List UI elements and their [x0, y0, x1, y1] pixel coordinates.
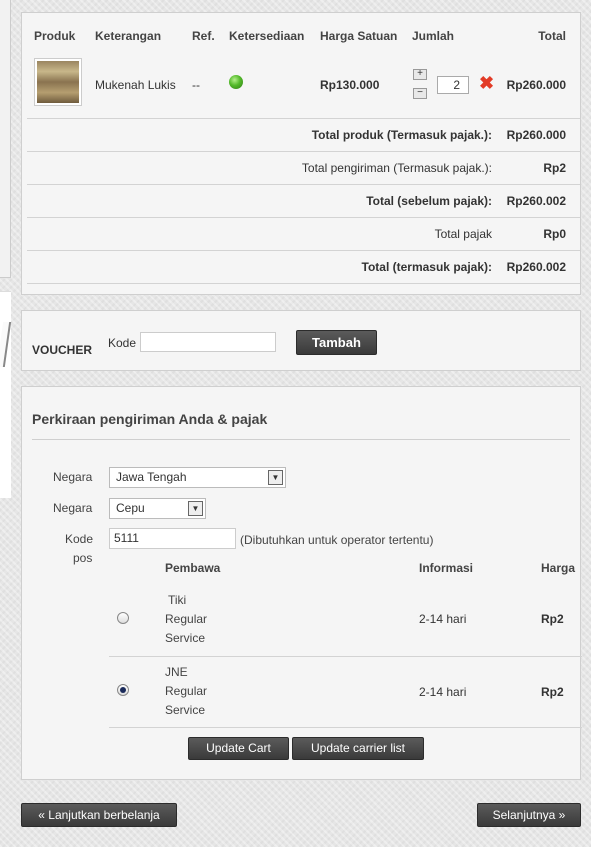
summary-label-shipping: Total pengiriman (Termasuk pajak.):	[301, 161, 492, 175]
qty-increase-button[interactable]: +	[413, 69, 427, 80]
delete-icon[interactable]: ✖	[479, 73, 494, 93]
update-carrier-list-button[interactable]: Update carrier list	[292, 737, 424, 760]
city-label: Negara	[53, 501, 93, 515]
header-description: Keterangan	[95, 29, 162, 43]
postcode-label-1: Kode	[65, 532, 94, 546]
row-divider	[27, 217, 580, 218]
voucher-code-input[interactable]	[140, 332, 276, 352]
carrier-name-line3: Service	[165, 703, 206, 717]
row-divider	[27, 250, 580, 251]
row-divider	[27, 283, 580, 284]
carrier-info: 2-14 hari	[419, 612, 467, 626]
postcode-label-2: pos	[73, 551, 93, 565]
unit-price: Rp130.000	[320, 78, 380, 92]
line-total: Rp260.000	[506, 78, 566, 92]
row-divider	[109, 727, 582, 728]
summary-value-shipping: Rp2	[543, 161, 566, 175]
header-ref: Ref.	[192, 29, 215, 43]
qty-decrease-button[interactable]: −	[413, 88, 427, 99]
carrier-name-line1: JNE	[165, 665, 188, 679]
carrier-header-info: Informasi	[419, 561, 474, 575]
title-divider	[32, 439, 570, 440]
summary-label-products: Total produk (Termasuk pajak.):	[311, 128, 492, 142]
product-thumbnail[interactable]	[34, 58, 82, 106]
state-select-value: Jawa Tengah	[116, 470, 187, 484]
city-select[interactable]: Cepu ▼	[109, 498, 206, 519]
row-divider	[27, 118, 580, 119]
postcode-input[interactable]: 5111	[109, 528, 236, 549]
header-total: Total	[538, 29, 566, 43]
summary-label-grand-total: Total (termasuk pajak):	[361, 260, 492, 274]
chevron-down-icon[interactable]: ▼	[188, 501, 203, 516]
header-availability: Ketersediaan	[229, 29, 305, 43]
voucher-code-label: Kode	[108, 336, 137, 350]
row-divider	[27, 184, 580, 185]
carrier-name-line2: Regular	[165, 684, 208, 698]
product-name[interactable]: Mukenah Lukis	[95, 78, 176, 92]
city-select-value: Cepu	[116, 501, 145, 515]
carrier-name-line2: Regular	[165, 612, 208, 626]
next-step-button[interactable]: Selanjutnya »	[477, 803, 581, 827]
voucher-panel: VOUCHER Kode Tambah	[21, 310, 581, 371]
update-cart-button[interactable]: Update Cart	[188, 737, 289, 760]
row-divider	[27, 151, 580, 152]
carrier-radio-jne[interactable]	[117, 684, 129, 696]
row-divider	[109, 656, 582, 657]
continue-shopping-button[interactable]: « Lanjutkan berbelanja	[21, 803, 177, 827]
in-stock-icon	[229, 75, 243, 89]
carrier-name-line1: Tiki	[168, 593, 187, 607]
summary-value-products: Rp260.000	[506, 128, 566, 142]
chevron-down-icon[interactable]: ▼	[268, 470, 283, 485]
carrier-header-price: Harga	[541, 561, 576, 575]
carrier-price: Rp2	[541, 612, 564, 626]
add-voucher-button[interactable]: Tambah	[296, 330, 377, 355]
carrier-name-line3: Service	[165, 631, 206, 645]
postcode-hint: (Dibutuhkan untuk operator tertentu)	[240, 533, 434, 547]
shipping-title: Perkiraan pengiriman Anda & pajak	[32, 411, 268, 427]
summary-value-tax: Rp0	[543, 227, 566, 241]
carrier-radio-tiki[interactable]	[117, 612, 129, 624]
summary-value-pretax: Rp260.002	[506, 194, 566, 208]
carrier-price: Rp2	[541, 685, 564, 699]
voucher-title: VOUCHER	[32, 343, 93, 357]
header-quantity: Jumlah	[412, 29, 455, 43]
header-product: Produk	[34, 29, 76, 43]
shipping-estimate-panel: Perkiraan pengiriman Anda & pajak Negara…	[21, 386, 582, 780]
product-ref: --	[192, 78, 200, 92]
carrier-table: Pembawa Informasi Harga Tiki Regular Ser…	[109, 555, 582, 728]
state-select[interactable]: Jawa Tengah ▼	[109, 467, 286, 488]
state-label: Negara	[53, 470, 93, 484]
header-unit-price: Harga Satuan	[320, 29, 398, 43]
summary-label-tax: Total pajak	[434, 227, 492, 241]
left-panel-edge	[0, 0, 11, 278]
quantity-input[interactable]: 2	[437, 76, 469, 94]
carrier-info: 2-14 hari	[419, 685, 467, 699]
cart-summary-table: Produk Keterangan Ref. Ketersediaan Harg…	[21, 12, 581, 295]
carrier-header-carrier: Pembawa	[165, 561, 221, 575]
summary-label-pretax: Total (sebelum pajak):	[366, 194, 492, 208]
summary-value-grand-total: Rp260.002	[506, 260, 566, 274]
product-image	[37, 61, 79, 103]
